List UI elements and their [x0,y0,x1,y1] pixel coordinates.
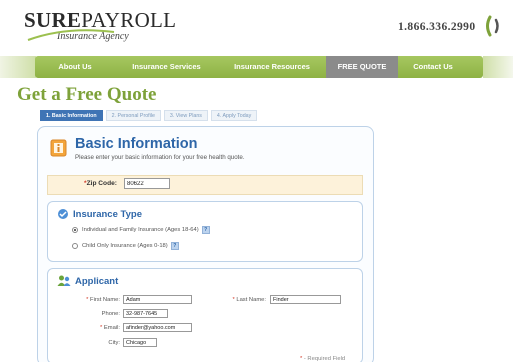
last-name-input[interactable] [270,295,341,304]
help-icon[interactable]: ? [170,242,179,250]
nav-item-insurance-services[interactable]: Insurance Services [115,56,218,78]
option-label: Individual and Family Insurance (Ages 18… [82,227,199,233]
zip-code-label: *Zip Code: [84,180,117,187]
insurance-type-heading: Insurance Type [73,209,142,220]
step-view-plans[interactable]: 3. View Plans [163,110,208,121]
site-header: SUREPAYROLL Insurance Agency 1.866.336.2… [0,0,513,52]
nav-right-fade [483,56,513,78]
phone-number: 1.866.336.2990 [398,21,476,33]
insurance-option-child[interactable]: Child Only Insurance (Ages 0-18) ? [72,242,179,250]
required-field-note: * - Required Field [300,356,346,362]
email-input[interactable] [123,323,192,332]
step-personal-profile[interactable]: 2. Personal Profile [105,110,161,121]
main-nav: About Us Insurance Services Insurance Re… [0,56,513,78]
phone-label: Phone: [101,311,120,317]
last-name-label: * Last Name: [232,297,266,303]
email-label: * Email: [100,325,120,331]
option-label: Child Only Insurance (Ages 0-18) [82,243,168,249]
shield-check-icon [58,209,68,219]
phone-icon [486,15,499,37]
insurance-option-individual[interactable]: Individual and Family Insurance (Ages 18… [72,226,210,234]
zip-code-input[interactable] [124,178,170,189]
logo-swoosh-icon [27,29,115,41]
basic-information-heading: Basic Information [75,136,198,152]
nav-left-fade [0,56,36,78]
nav-item-about-us[interactable]: About Us [35,56,115,78]
nav-item-contact-us[interactable]: Contact Us [398,56,468,78]
first-name-input[interactable] [123,295,192,304]
basic-information-subtitle: Please enter your basic information for … [75,154,245,161]
phone-input[interactable] [123,309,168,318]
city-label: City: [108,340,120,346]
logo[interactable]: SUREPAYROLL Insurance Agency [24,8,176,42]
help-icon[interactable]: ? [201,226,210,234]
people-icon [57,275,71,286]
info-note-icon [50,139,67,157]
city-input[interactable] [123,338,157,347]
nav-item-free-quote[interactable]: FREE QUOTE [326,56,398,78]
step-basic-information[interactable]: 1. Basic Information [40,110,103,121]
step-apply-today[interactable]: 4. Apply Today [210,110,258,121]
nav-bar: About Us Insurance Services Insurance Re… [35,56,483,78]
radio-button[interactable] [72,243,78,249]
applicant-heading: Applicant [75,276,119,287]
nav-item-insurance-resources[interactable]: Insurance Resources [218,56,326,78]
first-name-label: * First Name: [86,297,120,303]
step-tabs: 1. Basic Information 2. Personal Profile… [40,110,260,121]
radio-button[interactable] [72,227,78,233]
page-title: Get a Free Quote [17,84,157,105]
